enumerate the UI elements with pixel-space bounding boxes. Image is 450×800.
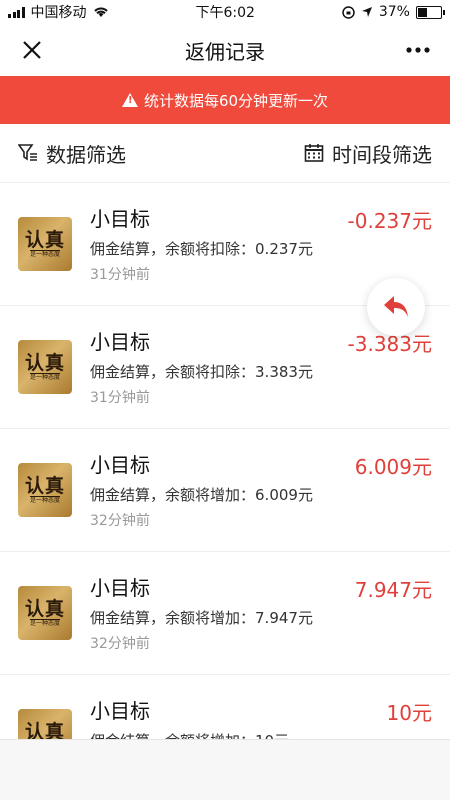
time-filter-button[interactable]: 时间段筛选 (304, 139, 432, 168)
record-amount: 6.009元 (354, 455, 432, 479)
merchant-logo: 认真 是一种态度 (18, 463, 72, 517)
record-description: 佣金结算，余额将增加：7.947元 (90, 609, 313, 627)
logo-subtext: 是一种态度 (29, 495, 60, 504)
record-time: 31分钟前 (90, 390, 150, 406)
record-description: 佣金结算，余额将扣除：3.383元 (90, 363, 313, 381)
bottom-toolbar (0, 739, 450, 800)
logo-subtext: 是一种态度 (29, 372, 60, 381)
logo-text: 认真 (24, 228, 65, 251)
filter-bar: 数据筛选 时间段筛选 (0, 124, 450, 183)
record-amount: 10元 (386, 701, 432, 725)
warning-icon (121, 93, 138, 107)
battery-icon (415, 5, 445, 19)
notice-text: 统计数据每60分钟更新一次 (143, 91, 329, 110)
funnel-icon (18, 144, 37, 161)
orientation-lock-icon (342, 5, 355, 19)
record-description: 佣金结算，余额将扣除：0.237元 (90, 240, 313, 258)
location-icon (361, 7, 372, 17)
merchant-logo: 认真 是一种态度 (18, 586, 72, 640)
logo-subtext: 是一种态度 (29, 249, 60, 258)
data-filter-label: 数据筛选 (46, 142, 126, 167)
logo-text: 认真 (24, 597, 65, 620)
close-button[interactable] (16, 34, 48, 66)
logo-text: 认真 (24, 474, 65, 497)
merchant-logo: 认真 是一种态度 (18, 340, 72, 394)
record-time: 32分钟前 (90, 513, 150, 529)
status-bar: 中国移动 下午6:02 37% (0, 0, 450, 24)
calendar-icon (304, 144, 324, 162)
record-name: 小目标 (90, 699, 150, 723)
status-left: 中国移动 (8, 2, 109, 22)
signal-icon (8, 6, 25, 18)
carrier-label: 中国移动 (30, 5, 87, 21)
record-amount: -0.237元 (347, 209, 432, 233)
record-amount: 7.947元 (354, 578, 432, 602)
time-filter-label: 时间段筛选 (332, 142, 432, 167)
list-item[interactable]: 认真 是一种态度 小目标 佣金结算，余额将增加：7.947元 32分钟前 7.9… (0, 552, 450, 675)
more-icon (406, 47, 430, 53)
list-item[interactable]: 认真 是一种态度 小目标 佣金结算，余额将增加：6.009元 32分钟前 6.0… (0, 429, 450, 552)
record-time: 32分钟前 (90, 636, 150, 652)
logo-subtext: 是一种态度 (29, 618, 60, 627)
data-filter-button[interactable]: 数据筛选 (18, 139, 126, 168)
record-description: 佣金结算，余额将增加：6.009元 (90, 486, 313, 504)
page-title: 返佣记录 (185, 39, 265, 64)
battery-percent: 37% (378, 4, 410, 20)
status-time: 下午6:02 (195, 5, 255, 21)
update-notice-banner: 统计数据每60分钟更新一次 (0, 76, 450, 124)
record-list: 认真 是一种态度 小目标 佣金结算，余额将扣除：0.237元 31分钟前 -0.… (0, 183, 450, 798)
back-float-button[interactable] (367, 278, 425, 336)
nav-bar: 返佣记录 (0, 24, 450, 76)
more-button[interactable] (402, 34, 434, 66)
wifi-icon (93, 7, 108, 17)
logo-text: 认真 (24, 351, 65, 374)
merchant-logo: 认真 是一种态度 (18, 217, 72, 271)
status-right: 37% (342, 4, 445, 20)
close-icon (23, 41, 41, 59)
undo-arrow-icon (384, 296, 408, 317)
